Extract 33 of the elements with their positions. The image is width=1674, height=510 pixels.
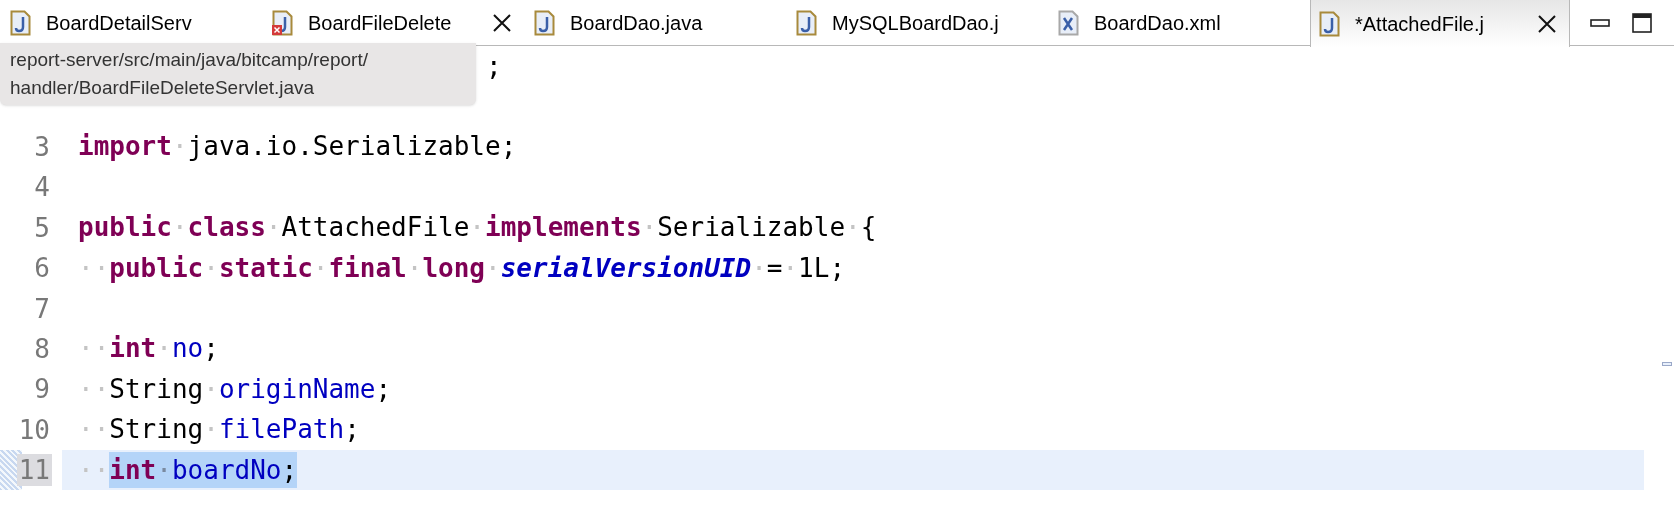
java-file-icon xyxy=(796,9,818,36)
code-line: ; xyxy=(485,49,502,83)
maximize-icon[interactable] xyxy=(1632,12,1652,33)
editor-tab[interactable]: BoardDao.java xyxy=(524,0,786,45)
editor-tab[interactable]: BoardDetailServ xyxy=(0,0,262,45)
tooltip: report-server/src/main/java/bitcamp/report/ handler/BoardFileDeleteServlet.java xyxy=(0,43,476,105)
code-line: public·class·AttachedFile·implements·Serializable·{ xyxy=(77,211,877,245)
line-number: 9 xyxy=(33,373,51,406)
editor-tab[interactable]: *AttachedFile.j xyxy=(1310,0,1570,47)
java-file-error-icon xyxy=(272,9,294,36)
line-number: 6 xyxy=(33,252,51,285)
line-number: 7 xyxy=(33,292,51,325)
minimize-icon[interactable] xyxy=(1590,18,1610,27)
code-line: ··public·static·final·long·serialVersionUID·=·1L; xyxy=(77,251,846,285)
line-number: 3 xyxy=(33,130,51,163)
java-file-icon xyxy=(10,9,32,36)
java-file-icon xyxy=(1319,10,1341,37)
line-number: 4 xyxy=(33,171,51,204)
editor-tab[interactable]: BoardFileDelete xyxy=(262,0,524,45)
line-number: 8 xyxy=(33,332,51,365)
line-number: 10 xyxy=(17,413,51,446)
close-icon[interactable] xyxy=(1537,13,1557,34)
code-line: import·java.io.Serializable; xyxy=(77,130,517,164)
xml-file-icon xyxy=(1058,9,1080,36)
line-number: 11 xyxy=(16,454,52,487)
java-file-icon xyxy=(534,9,556,36)
code-line: ··int·no; xyxy=(77,332,219,366)
code-line: ··String·originName; xyxy=(77,372,392,406)
close-icon[interactable] xyxy=(492,12,512,33)
line-number: 5 xyxy=(33,211,51,244)
code-line: ··String·filePath; xyxy=(77,413,360,447)
editor-tab[interactable]: MySQLBoardDao.j xyxy=(786,0,1048,45)
editor-tab[interactable]: BoardDao.xml xyxy=(1048,0,1310,45)
